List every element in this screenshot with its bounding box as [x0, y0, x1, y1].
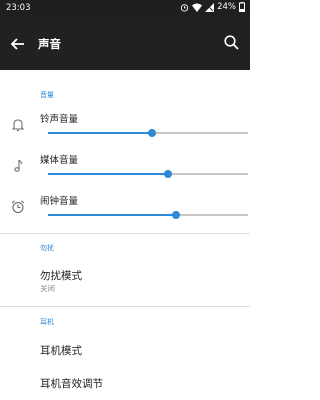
- slider-thumb[interactable]: [172, 211, 180, 219]
- alarm-volume-slider[interactable]: [48, 211, 248, 219]
- section-divider: [0, 233, 250, 234]
- alarm-clock-icon: [10, 199, 26, 215]
- alarm-volume-label: 闹钟音量: [40, 196, 79, 207]
- section-header-earphone: 耳机: [40, 318, 54, 326]
- slider-fill: [48, 214, 176, 216]
- status-time: 23:03: [6, 3, 31, 13]
- earphone-sound-tuning-item[interactable]: 耳机音效调节: [0, 366, 250, 400]
- battery-percent: 24%: [217, 2, 236, 12]
- section-header-dnd: 勿扰: [40, 244, 54, 252]
- dnd-mode-title: 勿扰模式: [40, 270, 82, 282]
- no-sim-icon: [205, 2, 215, 12]
- media-volume-label: 媒体音量: [40, 155, 79, 166]
- dnd-mode-status: 关闭: [40, 284, 55, 293]
- back-button[interactable]: [8, 34, 28, 54]
- earphone-sound-tuning-title: 耳机音效调节: [40, 378, 103, 390]
- slider-thumb[interactable]: [164, 170, 172, 178]
- wifi-status-icon: [192, 3, 203, 12]
- section-header-volume: 音量: [40, 91, 54, 99]
- app-bar: 声音: [0, 17, 250, 70]
- slider-fill: [48, 173, 168, 175]
- search-button[interactable]: [222, 33, 242, 53]
- dnd-mode-item[interactable]: 勿扰模式 关闭: [0, 258, 250, 300]
- slider-thumb[interactable]: [148, 129, 156, 137]
- bell-icon: [10, 117, 26, 133]
- music-note-icon: [10, 158, 26, 174]
- status-icons: 24%: [180, 2, 245, 12]
- ring-volume-slider[interactable]: [48, 129, 248, 137]
- ring-volume-label: 铃声音量: [40, 114, 79, 125]
- search-icon: [224, 35, 239, 50]
- slider-fill: [48, 132, 152, 134]
- earphone-mode-item[interactable]: 耳机模式: [0, 333, 250, 365]
- section-divider: [0, 306, 250, 307]
- earphone-mode-title: 耳机模式: [40, 345, 82, 357]
- media-volume-slider[interactable]: [48, 170, 248, 178]
- page-title: 声音: [38, 37, 61, 51]
- alarm-status-icon: [180, 3, 189, 12]
- back-arrow-icon: [10, 38, 24, 50]
- battery-icon: [239, 2, 245, 12]
- status-bar: 23:03 24%: [0, 0, 250, 17]
